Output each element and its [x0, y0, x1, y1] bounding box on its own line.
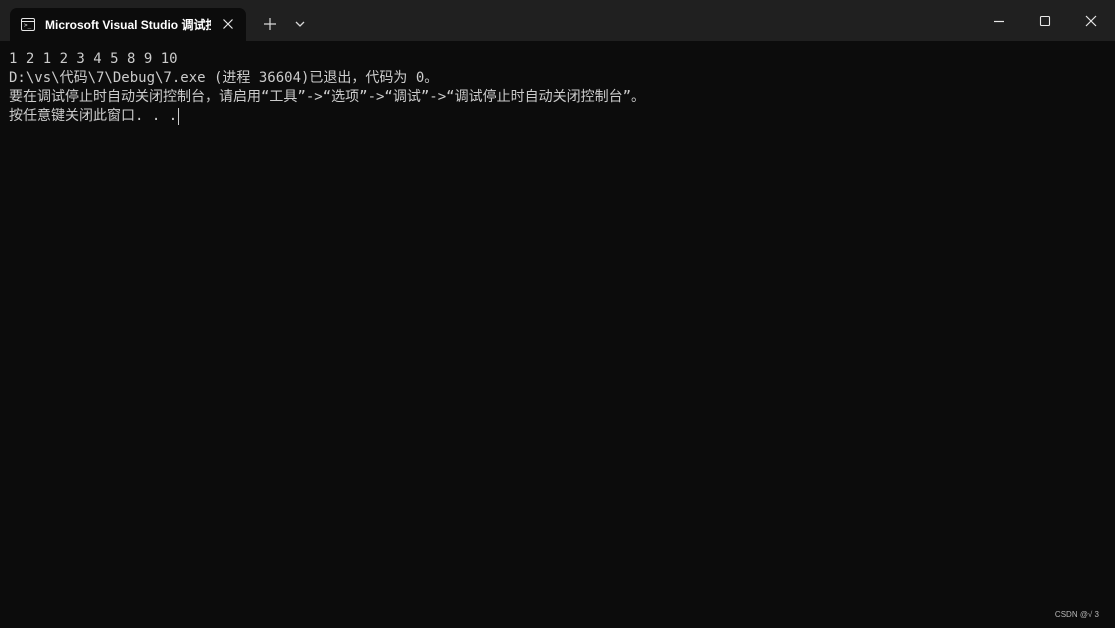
close-icon: [1085, 15, 1097, 27]
close-window-button[interactable]: [1080, 10, 1102, 32]
maximize-button[interactable]: [1034, 10, 1056, 32]
title-bar[interactable]: >_ Microsoft Visual Studio 调试控制台: [0, 0, 1115, 41]
output-line: 1 2 1 2 3 4 5 8 9 10: [9, 51, 178, 67]
press-any-key-line: 按任意键关闭此窗口. . .: [9, 107, 180, 126]
tab-title: Microsoft Visual Studio 调试控制台: [45, 18, 211, 32]
plus-icon: [264, 18, 276, 30]
tab-dropdown-button[interactable]: [292, 16, 308, 32]
watermark: CSDN @√ 3: [1054, 610, 1099, 619]
console-tab[interactable]: >_ Microsoft Visual Studio 调试控制台: [10, 8, 246, 41]
terminal-icon: >_: [21, 18, 35, 31]
exit-status-line: D:\vs\代码\7\Debug\7.exe (进程 36604)已退出，代码为…: [9, 70, 439, 86]
press-any-key-text: 按任意键关闭此窗口. . .: [9, 108, 178, 124]
chevron-down-icon: [295, 21, 305, 27]
new-tab-button[interactable]: [260, 14, 280, 34]
hint-line: 要在调试停止时自动关闭控制台，请启用“工具”->“选项”->“调试”->“调试停…: [9, 89, 645, 105]
minimize-icon: [994, 20, 1004, 23]
minimize-button[interactable]: [988, 10, 1010, 32]
text-cursor: [178, 108, 180, 125]
maximize-icon: [1039, 15, 1051, 27]
close-icon: [223, 19, 233, 29]
console-output[interactable]: 1 2 1 2 3 4 5 8 9 10 D:\vs\代码\7\Debug\7.…: [0, 41, 1115, 628]
terminal-window: >_ Microsoft Visual Studio 调试控制台: [0, 0, 1115, 628]
close-tab-button[interactable]: [219, 15, 237, 33]
